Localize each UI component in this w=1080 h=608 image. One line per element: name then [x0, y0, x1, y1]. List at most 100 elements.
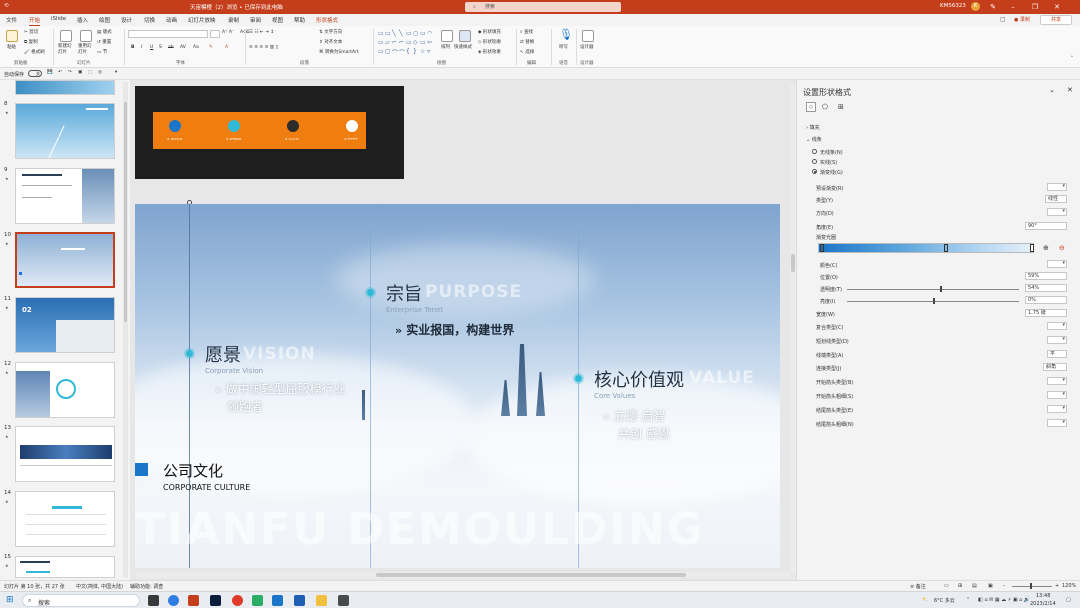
gradient-stop-3[interactable] — [1030, 244, 1034, 252]
effects-tab-icon[interactable]: ⬠ — [822, 103, 828, 111]
brightness-slider-thumb[interactable] — [933, 298, 935, 304]
horizontal-scroll-handle[interactable] — [376, 573, 686, 577]
line-section[interactable]: ⌄ 线条 — [806, 136, 822, 143]
slide-thumbnail-15[interactable] — [15, 556, 115, 578]
wechat-icon[interactable] — [252, 595, 263, 606]
quick-styles-icon[interactable] — [459, 30, 471, 42]
shapes-icon[interactable]: ⬚ — [88, 70, 92, 75]
cut-button[interactable]: ✂ 剪切 — [24, 29, 38, 35]
user-name[interactable]: KM56323 — [940, 3, 966, 9]
tab-home[interactable]: 开始 — [29, 16, 41, 26]
case-button[interactable]: Aa — [193, 45, 199, 50]
pane-close-icon[interactable]: ✕ — [1067, 86, 1073, 94]
shape-option-icon[interactable]: ▭ — [406, 30, 412, 37]
customize-qat-icon[interactable]: ▾ — [115, 70, 117, 75]
shape-option-icon[interactable]: ⇦ — [427, 39, 432, 46]
netease-music-icon[interactable] — [232, 595, 243, 606]
tab-help[interactable]: 帮助 — [294, 16, 305, 24]
share-button[interactable]: 共享 — [1040, 15, 1072, 25]
slide-thumbnail-10[interactable] — [15, 232, 115, 288]
shape-option-icon[interactable]: ▭ — [385, 30, 391, 37]
convert-smartart-button[interactable]: ⌘ 转换为SmartArt — [319, 49, 359, 55]
zoom-slider[interactable] — [1012, 586, 1052, 587]
designer-button[interactable]: 设计器 — [580, 44, 594, 50]
shape-option-icon[interactable]: ▭ — [378, 39, 384, 46]
size-tab-icon[interactable]: ⊞ — [838, 103, 844, 111]
gradient-stop-2[interactable] — [944, 244, 948, 252]
reset-button[interactable]: ↺ 重置 — [97, 39, 111, 45]
width-input[interactable]: 1.75 磅 — [1025, 309, 1067, 317]
present-icon[interactable]: ▣ — [78, 70, 82, 75]
arrange-button[interactable]: 排列 — [441, 44, 450, 50]
clock-date[interactable]: 2023/2/14 — [1030, 601, 1056, 607]
arrange-icon[interactable] — [441, 30, 453, 42]
shape-option-icon[interactable]: ☆ — [420, 48, 425, 55]
zoom-out-icon[interactable]: – — [1003, 583, 1006, 589]
new-slide-icon[interactable] — [60, 30, 72, 42]
sorter-view-icon[interactable]: ⊞ — [958, 583, 962, 589]
word-icon[interactable] — [272, 595, 283, 606]
end-arrow-size-dropdown[interactable] — [1047, 419, 1067, 427]
align-icons[interactable]: ≡ ≡ ≡ ≡ ▥ ▯ — [249, 45, 278, 50]
pane-options-icon[interactable]: ⌄ — [1049, 86, 1055, 94]
slide-thumbnail-8[interactable] — [15, 103, 115, 159]
reuse-slide-icon[interactable] — [80, 30, 92, 42]
document-title[interactable]: 天宙模橙（2）浏览 • 已保存到此电脑 — [190, 3, 283, 11]
layout-button[interactable]: ▤ 版式 — [97, 29, 112, 35]
tray-icons[interactable]: ◧ ⌂ ✉ ▦ ☁ ⚡ ▣ ⌂ 🔊 — [978, 597, 1030, 603]
replace-button[interactable]: ⇄ 替换 — [520, 39, 534, 45]
copy-button[interactable]: ⧉ 复制 — [24, 39, 38, 45]
reuse-slide-button[interactable]: 重用幻灯片 — [78, 44, 94, 56]
task-view-icon[interactable] — [148, 595, 159, 606]
tab-review[interactable]: 审阅 — [250, 16, 261, 24]
section-button[interactable]: ▭ 节 — [97, 49, 107, 55]
slide-thumbnail-14[interactable] — [15, 491, 115, 547]
zoom-slider-thumb[interactable] — [1030, 583, 1032, 589]
spacing-button[interactable]: AV — [180, 45, 186, 50]
quick-styles-button[interactable]: 快速样式 — [454, 44, 472, 50]
save-icon[interactable]: 💾 — [47, 70, 53, 75]
shape-option-icon[interactable]: ▭ — [378, 48, 384, 55]
highlight-icon[interactable]: ✎ — [209, 45, 213, 50]
shape-option-icon[interactable]: ▿ — [427, 48, 430, 55]
shape-effects-button[interactable]: ◈ 形状效果 — [478, 49, 501, 55]
shape-option-icon[interactable]: ⌒ — [399, 48, 405, 57]
begin-arrow-type-dropdown[interactable] — [1047, 377, 1067, 385]
shape-option-icon[interactable]: ◠ — [427, 30, 432, 37]
tab-record[interactable]: 录制 — [228, 16, 239, 24]
end-arrow-type-dropdown[interactable] — [1047, 405, 1067, 413]
shape-fill-button[interactable]: ◆ 形状填充 — [478, 29, 501, 35]
position-input[interactable]: 59% — [1025, 272, 1067, 280]
font-color-icon[interactable]: A — [225, 45, 228, 50]
shape-option-icon[interactable]: ▭ — [420, 39, 426, 46]
begin-arrow-size-dropdown[interactable] — [1047, 391, 1067, 399]
notes-button[interactable]: ≡ 备注 — [910, 583, 926, 590]
tray-arrow-icon[interactable]: ⌃ — [966, 597, 970, 603]
shape-option-icon[interactable]: { — [406, 48, 410, 55]
gradient-stop-bar[interactable] — [818, 243, 1034, 253]
powerpoint-icon[interactable] — [188, 595, 199, 606]
notification-icon[interactable]: ▢ — [1066, 597, 1071, 603]
record-button[interactable]: ● 录制 — [1014, 16, 1030, 23]
windows-start-icon[interactable]: ⊞ — [6, 595, 14, 605]
current-slide[interactable]: VISION 愿景 Corporate Vision » 做中国轻型屈服模行业 … — [135, 204, 780, 568]
dictate-button[interactable]: 听写 — [559, 44, 568, 50]
fill-line-tab-icon[interactable]: ◇ — [806, 102, 816, 112]
clock-time[interactable]: 13:48 — [1036, 593, 1050, 599]
shape-option-icon[interactable]: ◻ — [385, 48, 390, 55]
underline-button[interactable]: U — [150, 45, 153, 50]
type-dropdown[interactable]: 线性 — [1045, 195, 1067, 203]
shape-option-icon[interactable]: ◇ — [413, 39, 418, 46]
no-line-radio[interactable] — [812, 149, 817, 154]
redo-icon[interactable]: ↷ — [68, 70, 72, 75]
transparency-slider[interactable] — [847, 289, 1019, 290]
join-dropdown[interactable]: 斜角 — [1043, 363, 1067, 371]
strikethrough-button[interactable]: ab — [168, 45, 174, 50]
bold-button[interactable]: B — [131, 45, 134, 50]
slide-thumbnail-13[interactable] — [15, 426, 115, 482]
zoom-level[interactable]: 120% — [1062, 583, 1076, 589]
tab-view[interactable]: 视图 — [272, 16, 283, 24]
shape-option-icon[interactable]: ╲ — [399, 30, 403, 37]
microphone-icon[interactable]: 🎙 — [559, 28, 573, 41]
user-avatar[interactable]: K — [971, 2, 980, 11]
